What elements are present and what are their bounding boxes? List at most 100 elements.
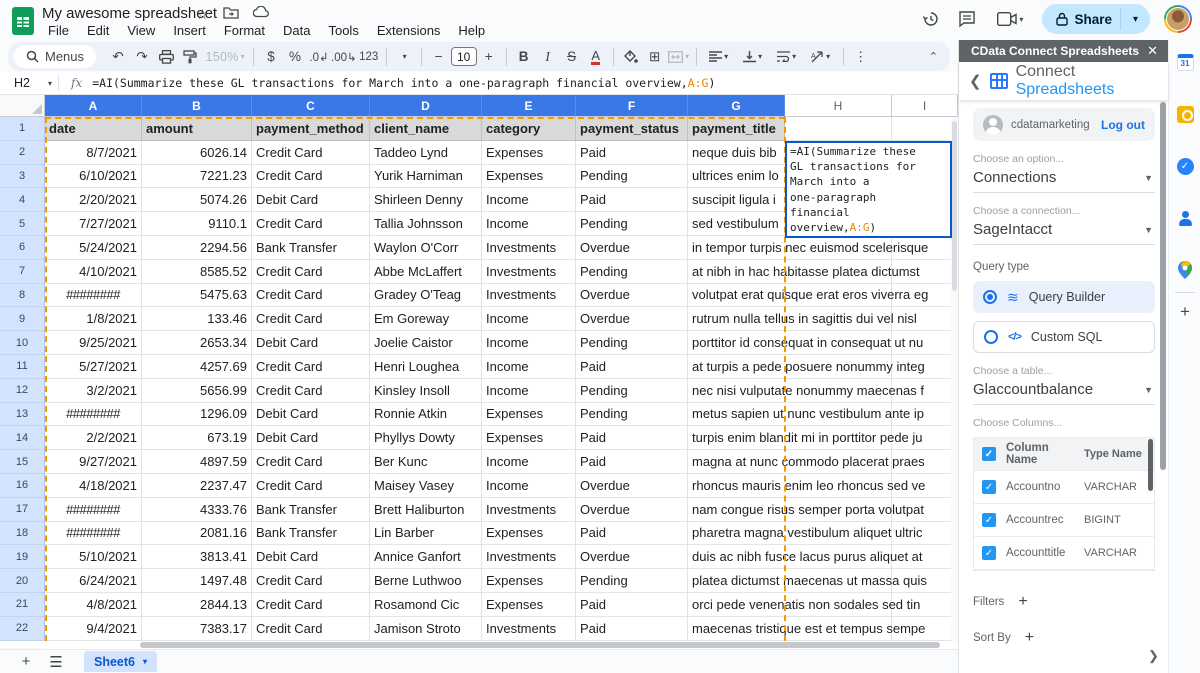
cell-G3[interactable]: ultrices enim lo [688, 165, 785, 189]
row-header-15[interactable]: 15 [0, 450, 45, 474]
cell-C5[interactable]: Credit Card [252, 212, 370, 236]
menu-insert[interactable]: Insert [165, 22, 214, 39]
collapse-toolbar-icon[interactable]: ⌃ [929, 42, 938, 71]
cell-G6[interactable]: in tempor turpis nec euismod scelerisque [688, 236, 785, 260]
cell-H1[interactable] [785, 117, 892, 141]
cell-C20[interactable]: Credit Card [252, 569, 370, 593]
cell-G4[interactable]: suscipit ligula i [688, 188, 785, 212]
cell-E1[interactable]: category [482, 117, 576, 141]
cell-F9[interactable]: Overdue [576, 307, 688, 331]
cell-B15[interactable]: 4897.59 [142, 450, 252, 474]
cell-C10[interactable]: Debit Card [252, 331, 370, 355]
maps-icon[interactable] [1175, 260, 1195, 280]
row-header-21[interactable]: 21 [0, 593, 45, 617]
cell-E9[interactable]: Income [482, 307, 576, 331]
logout-link[interactable]: Log out [1101, 118, 1145, 132]
columns-table-scrollbar[interactable] [1148, 439, 1153, 491]
cell-D4[interactable]: Shirleen Denny [370, 188, 482, 212]
column-row-accounttitle[interactable]: ✓ Accounttitle VARCHAR [974, 537, 1154, 570]
cell-D11[interactable]: Henri Loughea [370, 355, 482, 379]
cell-A1[interactable]: date [45, 117, 142, 141]
cell-F20[interactable]: Pending [576, 569, 688, 593]
cell-E8[interactable]: Investments [482, 284, 576, 308]
cell-A9[interactable]: 1/8/2021 [45, 307, 142, 331]
sheet-tab-active[interactable]: Sheet6 ▾ [84, 651, 157, 672]
row-header-8[interactable]: 8 [0, 284, 45, 308]
cell-G22[interactable]: maecenas tristique est et tempus sempe [688, 617, 785, 641]
cell-C6[interactable]: Bank Transfer [252, 236, 370, 260]
cell-F16[interactable]: Overdue [576, 474, 688, 498]
borders-icon[interactable]: ⊞ [643, 45, 667, 68]
cell-F14[interactable]: Paid [576, 426, 688, 450]
row-header-18[interactable]: 18 [0, 522, 45, 546]
column-header-I[interactable]: I [892, 95, 958, 117]
menu-data[interactable]: Data [275, 22, 318, 39]
cell-G20[interactable]: platea dictumst maecenas ut massa quis [688, 569, 785, 593]
cell-G5[interactable]: sed vestibulum [688, 212, 785, 236]
cell-A8[interactable]: ######## [45, 284, 142, 308]
calendar-icon[interactable]: 31 [1175, 52, 1195, 72]
cell-D17[interactable]: Brett Haliburton [370, 498, 482, 522]
cell-A20[interactable]: 6/24/2021 [45, 569, 142, 593]
cell-B19[interactable]: 3813.41 [142, 545, 252, 569]
contacts-icon[interactable] [1175, 208, 1195, 228]
text-wrap-icon[interactable]: ▾ [770, 45, 804, 68]
cell-C12[interactable]: Credit Card [252, 379, 370, 403]
cell-C7[interactable]: Credit Card [252, 260, 370, 284]
cell-F12[interactable]: Pending [576, 379, 688, 403]
merge-cells-icon[interactable]: ▾ [667, 45, 691, 68]
cell-D12[interactable]: Kinsley Insoll [370, 379, 482, 403]
row-header-22[interactable]: 22 [0, 617, 45, 641]
cell-E3[interactable]: Expenses [482, 165, 576, 189]
namebox-dropdown-icon[interactable]: ▾ [48, 79, 52, 88]
menu-file[interactable]: File [40, 22, 77, 39]
close-icon[interactable]: ✕ [1147, 43, 1158, 59]
cell-C1[interactable]: payment_method [252, 117, 370, 141]
cell-A22[interactable]: 9/4/2021 [45, 617, 142, 641]
cell-F4[interactable]: Paid [576, 188, 688, 212]
cell-G10[interactable]: porttitor id consequat in consequat ut n… [688, 331, 785, 355]
row-header-5[interactable]: 5 [0, 212, 45, 236]
menu-extensions[interactable]: Extensions [369, 22, 449, 39]
row-header-1[interactable]: 1 [0, 117, 45, 141]
cell-B18[interactable]: 2081.16 [142, 522, 252, 546]
cell-A4[interactable]: 2/20/2021 [45, 188, 142, 212]
cell-F15[interactable]: Paid [576, 450, 688, 474]
cell-G14[interactable]: turpis enim blandit mi in porttitor pede… [688, 426, 785, 450]
row-header-20[interactable]: 20 [0, 569, 45, 593]
cell-D18[interactable]: Lin Barber [370, 522, 482, 546]
checkbox-checked-icon[interactable]: ✓ [982, 546, 996, 560]
cell-C8[interactable]: Credit Card [252, 284, 370, 308]
cell-D20[interactable]: Berne Luthwoo [370, 569, 482, 593]
meet-icon[interactable]: ▾ [992, 8, 1028, 30]
cell-C21[interactable]: Credit Card [252, 593, 370, 617]
checkbox-checked-icon[interactable]: ✓ [982, 513, 996, 527]
cell-D8[interactable]: Gradey O'Teag [370, 284, 482, 308]
column-row-accountno[interactable]: ✓ Accountno VARCHAR [974, 471, 1154, 504]
cell-G11[interactable]: at turpis a pede posuere nonummy integ [688, 355, 785, 379]
font-size-input[interactable]: 10 [451, 47, 477, 66]
cell-G15[interactable]: magna at nunc commodo placerat praes [688, 450, 785, 474]
cell-B4[interactable]: 5074.26 [142, 188, 252, 212]
cell-B11[interactable]: 4257.69 [142, 355, 252, 379]
cell-B9[interactable]: 133.46 [142, 307, 252, 331]
version-history-icon[interactable] [920, 8, 942, 30]
cell-B17[interactable]: 4333.76 [142, 498, 252, 522]
cell-A16[interactable]: 4/18/2021 [45, 474, 142, 498]
row-header-2[interactable]: 2 [0, 141, 45, 165]
row-header-11[interactable]: 11 [0, 355, 45, 379]
cell-G1[interactable]: payment_title [688, 117, 785, 141]
currency-format-icon[interactable]: $ [259, 45, 283, 68]
cell-D7[interactable]: Abbe McLaffert [370, 260, 482, 284]
cell-C13[interactable]: Debit Card [252, 403, 370, 427]
name-box[interactable]: H2 ▾ [0, 76, 58, 90]
checkbox-checked-icon[interactable]: ✓ [982, 447, 996, 461]
menu-help[interactable]: Help [450, 22, 493, 39]
row-header-13[interactable]: 13 [0, 403, 45, 427]
column-header-E[interactable]: E [482, 95, 576, 117]
cell-F21[interactable]: Paid [576, 593, 688, 617]
cell-D10[interactable]: Joelie Caistor [370, 331, 482, 355]
add-sort-icon[interactable]: + [1025, 629, 1034, 645]
comments-icon[interactable] [956, 8, 978, 30]
cell-A17[interactable]: ######## [45, 498, 142, 522]
